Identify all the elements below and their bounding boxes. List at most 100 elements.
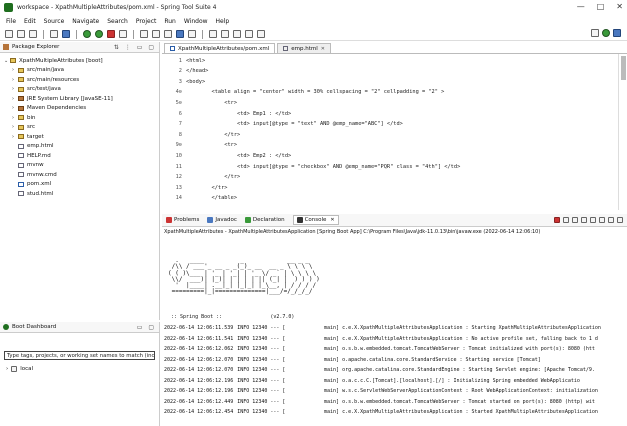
spring-perspective-icon[interactable] [602, 29, 610, 37]
menu-run[interactable]: Run [164, 18, 176, 25]
scroll-lock-icon[interactable] [581, 217, 587, 223]
pin-console-icon[interactable] [590, 217, 596, 223]
save-all-icon[interactable] [29, 30, 37, 38]
skip-breakpoints-icon[interactable] [62, 30, 70, 38]
open-console-icon[interactable] [599, 217, 605, 223]
new-package-icon[interactable] [152, 30, 160, 38]
toolbar-separator [133, 29, 134, 39]
run-icon[interactable] [95, 30, 103, 38]
tree-item[interactable]: › src [0, 123, 159, 133]
boot-local-node[interactable]: › local [6, 366, 159, 372]
tree-item[interactable]: › JRE System Library [JavaSE-11] [0, 94, 159, 104]
tree-item[interactable]: › target [0, 132, 159, 142]
editor-area: XpathMultipleAttributes/pom.xml emp.html… [162, 42, 627, 212]
menu-file[interactable]: File [6, 18, 16, 25]
tree-item[interactable]: HELP.md [0, 151, 159, 161]
boot-dashboard-search-input[interactable]: Type tags, projects, or working set name… [4, 351, 155, 360]
back-icon[interactable] [233, 30, 241, 38]
menu-search[interactable]: Search [107, 18, 128, 25]
tab-label: Javadoc [215, 217, 237, 223]
build-icon[interactable] [50, 30, 58, 38]
tree-item[interactable]: mvnw [0, 161, 159, 171]
code-text: </tr> [186, 184, 228, 191]
xml-file-icon [18, 181, 24, 187]
new-java-project-icon[interactable] [140, 30, 148, 38]
editor-scrollbar[interactable] [618, 54, 627, 210]
next-annotation-icon[interactable] [209, 30, 217, 38]
clear-console-icon[interactable] [572, 217, 578, 223]
tree-item[interactable]: › src/main/java [0, 66, 159, 76]
tree-item[interactable]: mvnw.cmd [0, 170, 159, 180]
tab-label: Declaration [252, 217, 285, 223]
close-button[interactable]: ✕ [616, 2, 623, 11]
code-text: </table> [186, 195, 238, 202]
maximize-icon[interactable] [617, 217, 623, 223]
html-file-icon [283, 46, 289, 51]
tab-label: emp.html [291, 45, 318, 52]
tree-item-label: XpathMultipleAttributes [boot] [19, 57, 103, 64]
minimize-button[interactable]: — [577, 2, 585, 11]
tree-item[interactable]: pom.xml [0, 180, 159, 190]
tab-emp-html[interactable]: emp.html ✕ [277, 43, 331, 53]
quick-access-icon[interactable] [591, 29, 599, 37]
log-logger: c.e.X.XpathMultipleAttributesApplication [342, 409, 463, 415]
package-explorer-title[interactable]: Package Explorer [12, 44, 59, 50]
menu-navigate[interactable]: Navigate [72, 18, 99, 25]
spring-boot-version: :: Spring Boot :: (v2.7.0) [168, 314, 295, 320]
pin-editor-icon[interactable] [257, 30, 265, 38]
tab-console[interactable]: Console ✕ [292, 215, 339, 225]
expand-arrow-icon[interactable]: › [6, 366, 8, 372]
log-level: INFO 12340 --- [ [237, 398, 286, 405]
minimize-icon[interactable] [608, 217, 614, 223]
line-number: 11 [175, 163, 182, 170]
menu-help[interactable]: Help [216, 18, 230, 25]
tree-item[interactable]: › src/main/resources [0, 75, 159, 85]
code-text: </head> [186, 68, 209, 75]
tab-declaration[interactable]: Declaration [244, 217, 285, 223]
boot-dashboard-title[interactable]: Boot Dashboard [12, 324, 56, 330]
tab-pom-xml[interactable]: XpathMultipleAttributes/pom.xml [164, 43, 276, 53]
boot-dashboard-icon [3, 324, 9, 330]
panel-controls[interactable]: ⇅ ⋮ ▭ ▢ [114, 44, 156, 51]
debug-icon[interactable] [83, 30, 91, 38]
title-bar: workspace - XpathMultipleAttributes/pom.… [0, 0, 627, 15]
menu-window[interactable]: Window [184, 18, 208, 25]
open-type-icon[interactable] [176, 30, 184, 38]
terminate-icon[interactable] [554, 217, 560, 223]
menu-edit[interactable]: Edit [24, 18, 36, 25]
code-line: 12 </tr> [162, 173, 241, 182]
tree-item[interactable]: › Maven Dependencies [0, 104, 159, 114]
tab-label: Problems [174, 217, 200, 223]
stop-icon[interactable] [107, 30, 115, 38]
menu-source[interactable]: Source [44, 18, 65, 25]
menu-project[interactable]: Project [136, 18, 157, 25]
maximize-button[interactable]: □ [597, 2, 605, 11]
close-tab-icon[interactable]: ✕ [330, 217, 334, 223]
close-tab-icon[interactable]: ✕ [321, 46, 325, 52]
tree-item[interactable]: stud.html [0, 189, 159, 199]
xml-file-icon [170, 46, 175, 51]
tree-item[interactable]: › bin [0, 113, 159, 123]
external-tools-icon[interactable] [119, 30, 127, 38]
java-perspective-icon[interactable] [613, 29, 621, 37]
log-thread: main] [324, 325, 340, 331]
remove-launch-icon[interactable] [563, 217, 569, 223]
forward-icon[interactable] [245, 30, 253, 38]
save-icon[interactable] [17, 30, 25, 38]
scrollbar-thumb[interactable] [621, 56, 626, 80]
declaration-icon [244, 217, 251, 223]
line-number: 5⊖ [175, 99, 182, 106]
tree-item[interactable]: emp.html [0, 142, 159, 152]
search-icon[interactable] [188, 30, 196, 38]
tab-problems[interactable]: Problems [166, 217, 199, 223]
previous-annotation-icon[interactable] [221, 30, 229, 38]
tab-javadoc[interactable]: Javadoc [207, 217, 237, 223]
tree-item-label: mvnw [27, 162, 44, 169]
panel-controls[interactable]: ▭ ▢ [137, 324, 156, 331]
code-text: <td> input[@type = "text" AND @emp_name=… [186, 121, 403, 128]
tree-item[interactable]: › src/test/java [0, 85, 159, 95]
tree-item[interactable]: ⌄ XpathMultipleAttributes [boot] [0, 56, 159, 66]
new-icon[interactable] [5, 30, 13, 38]
new-class-icon[interactable] [164, 30, 172, 38]
code-editor[interactable]: 1 <html> 2 </head> 3 <body> 4⊖ <table align = … [162, 54, 627, 210]
